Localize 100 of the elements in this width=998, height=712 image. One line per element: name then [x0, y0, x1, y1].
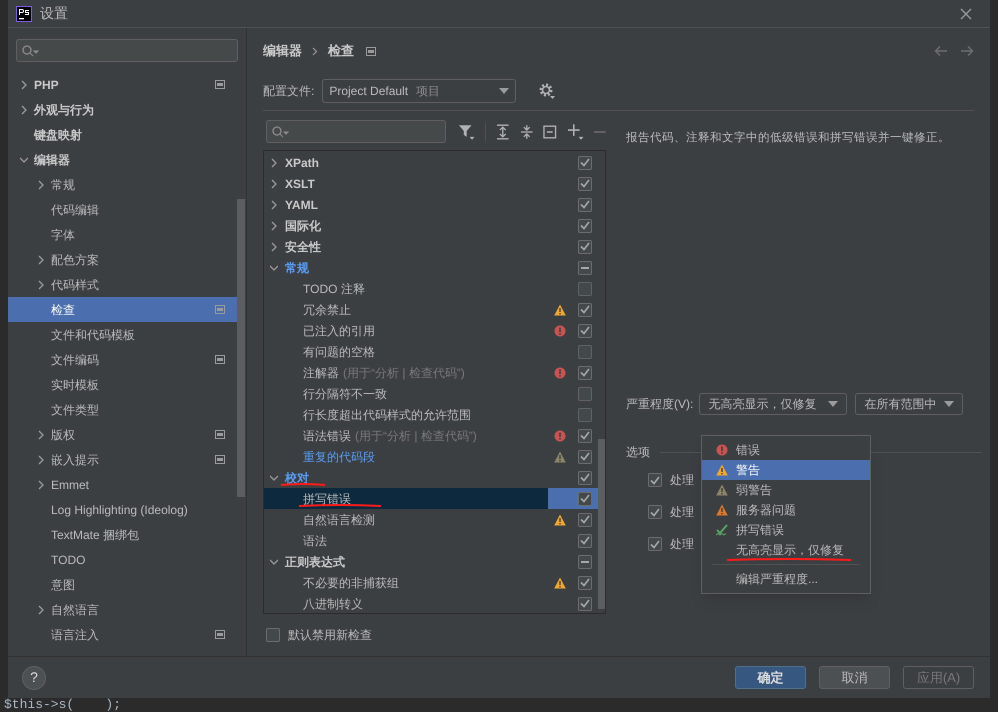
- menu-item[interactable]: 弱警告: [702, 480, 870, 500]
- minus-square-icon[interactable]: [543, 124, 557, 138]
- scrollbar-thumb[interactable]: [598, 439, 605, 609]
- checkbox[interactable]: [578, 344, 592, 358]
- menu-item[interactable]: 拼写错误: [702, 520, 870, 540]
- filter-icon[interactable]: [458, 122, 476, 140]
- chevron-right-icon[interactable]: [37, 454, 45, 464]
- checkbox[interactable]: [578, 218, 592, 232]
- forward-arrow-icon[interactable]: [960, 45, 974, 57]
- breadcrumb-item[interactable]: 检查: [328, 41, 354, 61]
- chevron-right-icon[interactable]: [37, 254, 45, 264]
- breadcrumb-item[interactable]: 编辑器: [263, 41, 302, 61]
- chevron-right-icon[interactable]: [270, 242, 278, 252]
- checkbox[interactable]: [578, 554, 592, 568]
- chevron-down-icon[interactable]: [270, 262, 278, 272]
- sidebar-item[interactable]: 外观与行为: [8, 97, 237, 122]
- search-field[interactable]: [16, 39, 238, 62]
- tree-row[interactable]: 自然语言检测: [264, 509, 598, 530]
- chevron-right-icon[interactable]: [37, 604, 45, 614]
- checkbox[interactable]: [578, 198, 592, 212]
- menu-item[interactable]: 警告: [702, 460, 870, 480]
- tree-row[interactable]: 国际化: [264, 215, 598, 236]
- back-arrow-icon[interactable]: [934, 45, 948, 57]
- sidebar-item[interactable]: 常规: [8, 172, 237, 197]
- dialog-button[interactable]: 取消: [819, 666, 890, 689]
- checkbox[interactable]: [648, 537, 662, 552]
- sidebar-item[interactable]: TextMate 捆绑包: [8, 522, 237, 547]
- sidebar-item[interactable]: 实时模板: [8, 372, 237, 397]
- tree-row[interactable]: XSLT: [264, 173, 598, 194]
- sidebar-item[interactable]: Emmet: [8, 472, 237, 497]
- checkbox[interactable]: [648, 505, 662, 520]
- chevron-right-icon[interactable]: [37, 430, 45, 440]
- tree-row[interactable]: 八进制转义: [264, 593, 598, 613]
- checkbox[interactable]: [578, 324, 592, 338]
- menu-item[interactable]: 无高亮显示，仅修复: [702, 540, 870, 560]
- tree-row[interactable]: 不必要的非捕获组: [264, 572, 598, 593]
- checkbox[interactable]: [578, 576, 592, 590]
- chevron-down-icon[interactable]: [270, 472, 278, 482]
- checkbox[interactable]: [578, 156, 592, 170]
- checkbox[interactable]: [578, 450, 592, 464]
- sidebar-item[interactable]: 自然语言: [8, 597, 237, 622]
- tree-row[interactable]: 语法: [264, 530, 598, 551]
- sidebar-item[interactable]: TODO: [8, 547, 237, 572]
- scope-dropdown[interactable]: 在所有范围中: [855, 393, 964, 416]
- checkbox[interactable]: [578, 282, 592, 296]
- menu-item[interactable]: 错误: [702, 440, 870, 460]
- chevron-right-icon[interactable]: [37, 480, 45, 490]
- sidebar-item[interactable]: 编辑器: [8, 147, 237, 172]
- chevron-right-icon[interactable]: [37, 280, 45, 290]
- chevron-right-icon[interactable]: [20, 104, 28, 114]
- help-button[interactable]: ?: [22, 666, 46, 690]
- collapse-all-icon[interactable]: [520, 124, 534, 140]
- filter-field[interactable]: [266, 120, 446, 143]
- checkbox[interactable]: [578, 176, 592, 190]
- sidebar-item[interactable]: 文件类型: [8, 397, 237, 422]
- checkbox[interactable]: [266, 628, 280, 642]
- sidebar-item[interactable]: 字体: [8, 222, 237, 247]
- sidebar-item[interactable]: 配色方案: [8, 247, 237, 272]
- sidebar-item[interactable]: 键盘映射: [8, 122, 237, 147]
- tree-row[interactable]: 注解器 (用于“分析 | 检查代码”): [264, 362, 598, 383]
- tree-row[interactable]: 重复的代码段: [264, 446, 598, 467]
- checkbox[interactable]: [578, 428, 592, 442]
- checkbox[interactable]: [578, 240, 592, 254]
- close-icon[interactable]: [960, 8, 972, 20]
- sidebar-item[interactable]: PHP: [8, 72, 237, 97]
- sidebar-item[interactable]: 意图: [8, 572, 237, 597]
- checkbox[interactable]: [578, 534, 592, 548]
- chevron-down-icon[interactable]: [270, 556, 278, 566]
- tree-row[interactable]: 常规: [264, 257, 598, 278]
- menu-item[interactable]: 编辑严重程度...: [702, 569, 870, 589]
- sidebar-item[interactable]: 语言注入: [8, 622, 237, 647]
- checkbox[interactable]: [578, 386, 592, 400]
- chevron-down-icon[interactable]: [20, 154, 28, 164]
- tree-row[interactable]: 已注入的引用: [264, 320, 598, 341]
- remove-icon[interactable]: [594, 130, 606, 134]
- profile-dropdown[interactable]: Project Default 项目: [322, 79, 516, 103]
- tree-row[interactable]: 语法错误 (用于“分析 | 检查代码”): [264, 425, 598, 446]
- tree-row[interactable]: 行长度超出代码样式的允许范围: [264, 404, 598, 425]
- tree-row[interactable]: 安全性: [264, 236, 598, 257]
- tree-row[interactable]: 有问题的空格: [264, 341, 598, 362]
- checkbox[interactable]: [578, 492, 592, 506]
- tree-row[interactable]: XPath: [264, 152, 598, 173]
- tree-row[interactable]: TODO 注释: [264, 278, 598, 299]
- sidebar-item[interactable]: 文件和代码模板: [8, 322, 237, 347]
- chevron-right-icon[interactable]: [37, 180, 45, 190]
- add-icon[interactable]: [566, 122, 584, 140]
- chevron-right-icon[interactable]: [20, 80, 28, 90]
- tree-row[interactable]: 正则表达式: [264, 551, 598, 572]
- checkbox[interactable]: [578, 302, 592, 316]
- sidebar-item[interactable]: Log Highlighting (Ideolog): [8, 497, 237, 522]
- chevron-right-icon[interactable]: [270, 200, 278, 210]
- checkbox[interactable]: [578, 596, 592, 610]
- sidebar-item[interactable]: 代码编辑: [8, 197, 237, 222]
- sidebar-item[interactable]: 嵌入提示: [8, 447, 237, 472]
- gear-icon[interactable]: [538, 82, 556, 100]
- checkbox[interactable]: [578, 260, 592, 274]
- sidebar-item[interactable]: 检查: [8, 297, 237, 322]
- chevron-right-icon[interactable]: [270, 220, 278, 230]
- sidebar-item[interactable]: 版权: [8, 422, 237, 447]
- menu-item[interactable]: 服务器问题: [702, 500, 870, 520]
